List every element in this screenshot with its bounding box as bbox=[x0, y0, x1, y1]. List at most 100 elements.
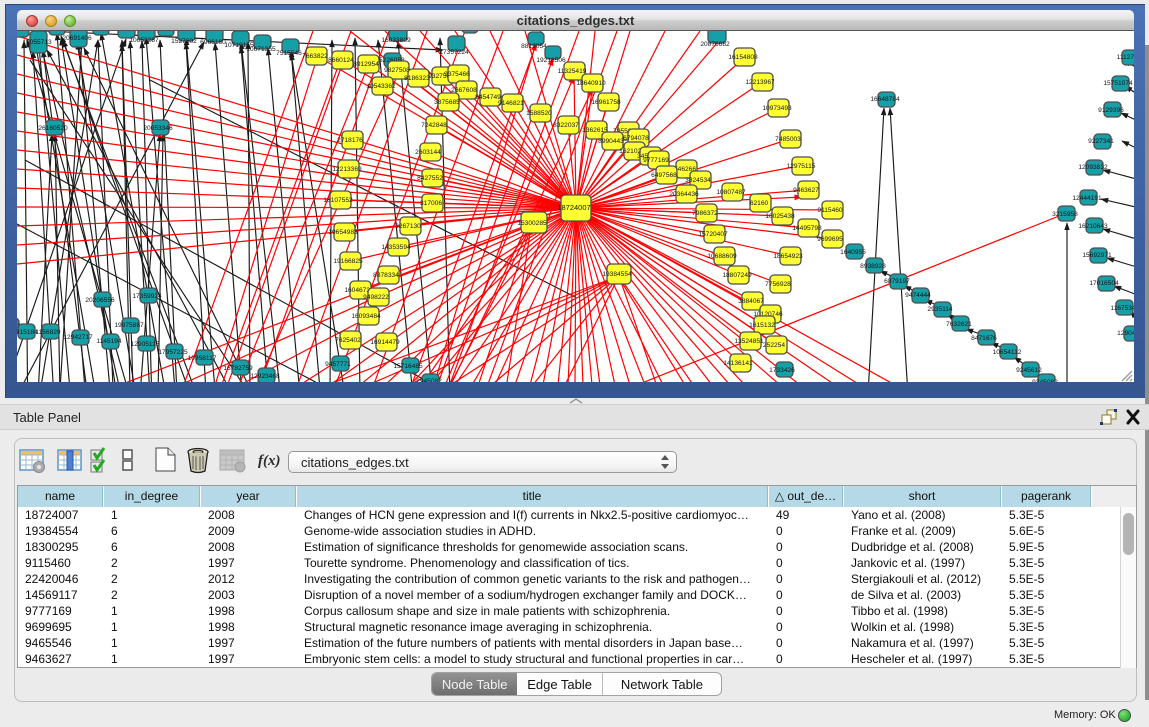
svg-text:9115460: 9115460 bbox=[817, 207, 843, 214]
svg-text:10958117: 10958117 bbox=[188, 355, 217, 362]
svg-text:3875685: 3875685 bbox=[434, 99, 460, 106]
svg-text:20053346: 20053346 bbox=[143, 125, 173, 132]
svg-text:1112748: 1112748 bbox=[1117, 54, 1134, 61]
svg-text:9699695: 9699695 bbox=[817, 236, 843, 243]
svg-text:8471676: 8471676 bbox=[971, 335, 997, 342]
svg-text:12923468: 12923468 bbox=[250, 373, 280, 380]
svg-text:20364436: 20364436 bbox=[669, 191, 699, 198]
svg-text:15751074: 15751074 bbox=[1103, 80, 1133, 87]
svg-text:12213967: 12213967 bbox=[745, 79, 775, 86]
svg-text:f(x): f(x) bbox=[258, 453, 281, 469]
svg-text:7756928: 7756928 bbox=[765, 281, 791, 288]
svg-text:17016504: 17016504 bbox=[1089, 280, 1119, 287]
svg-text:9498222: 9498222 bbox=[363, 294, 389, 301]
svg-text:7485003: 7485003 bbox=[775, 136, 801, 143]
svg-text:6794078: 6794078 bbox=[623, 135, 649, 142]
svg-text:9345082: 9345082 bbox=[1032, 379, 1058, 382]
svg-text:8660124: 8660124 bbox=[328, 57, 354, 64]
svg-text:8878334: 8878334 bbox=[373, 272, 399, 279]
svg-text:16914479: 16914479 bbox=[370, 339, 400, 346]
svg-text:16648784: 16648784 bbox=[870, 96, 900, 103]
svg-text:1588520: 1588520 bbox=[526, 110, 552, 117]
svg-text:8912954: 8912954 bbox=[353, 61, 379, 68]
svg-text:6497568: 6497568 bbox=[651, 172, 677, 179]
svg-text:19055713: 19055713 bbox=[22, 39, 52, 46]
svg-text:19166825: 19166825 bbox=[333, 258, 363, 265]
svg-text:9375466: 9375466 bbox=[444, 71, 470, 78]
svg-text:8186323: 8186323 bbox=[404, 75, 430, 82]
svg-text:10671355: 10671355 bbox=[246, 46, 276, 53]
svg-text:1167534: 1167534 bbox=[1110, 305, 1134, 312]
svg-text:8990443: 8990443 bbox=[598, 138, 624, 145]
svg-text:18640910: 18640910 bbox=[576, 80, 606, 87]
svg-text:1615132: 1615132 bbox=[749, 322, 775, 329]
svg-text:9827508: 9827508 bbox=[384, 67, 410, 74]
svg-text:3267130: 3267130 bbox=[395, 223, 421, 230]
svg-text:20876682: 20876682 bbox=[700, 41, 730, 48]
svg-text:12213369: 12213369 bbox=[332, 166, 362, 173]
svg-text:9245612: 9245612 bbox=[1016, 367, 1042, 374]
svg-text:7625402: 7625402 bbox=[335, 337, 361, 344]
svg-text:3824534: 3824534 bbox=[685, 177, 711, 184]
svg-text:1290463: 1290463 bbox=[1117, 330, 1134, 337]
svg-text:15300285: 15300285 bbox=[517, 220, 547, 227]
svg-text:8813054: 8813054 bbox=[521, 43, 547, 50]
svg-text:10973493: 10973493 bbox=[762, 105, 792, 112]
svg-text:7632621: 7632621 bbox=[946, 321, 972, 328]
svg-text:16961758: 16961758 bbox=[591, 99, 621, 106]
svg-text:17359924: 17359924 bbox=[132, 293, 162, 300]
svg-text:10543362: 10543362 bbox=[366, 83, 396, 90]
svg-text:9777169: 9777169 bbox=[643, 157, 669, 164]
svg-text:15692971: 15692971 bbox=[1082, 252, 1112, 259]
svg-text:9129396: 9129396 bbox=[1098, 107, 1124, 114]
svg-text:9474444: 9474444 bbox=[905, 292, 931, 299]
svg-text:3215958: 3215958 bbox=[1052, 211, 1078, 218]
svg-text:8938928: 8938928 bbox=[860, 263, 886, 270]
svg-text:12093832: 12093832 bbox=[1078, 164, 1108, 171]
svg-text:15716485: 15716485 bbox=[393, 363, 423, 370]
svg-text:19384554: 19384554 bbox=[602, 271, 632, 278]
svg-text:17957225: 17957225 bbox=[158, 349, 188, 356]
svg-text:9463627: 9463627 bbox=[793, 187, 819, 194]
svg-text:11325419: 11325419 bbox=[558, 68, 587, 75]
svg-text:1145194: 1145194 bbox=[96, 338, 122, 345]
svg-text:20691406: 20691406 bbox=[62, 35, 92, 42]
svg-text:7663822: 7663822 bbox=[302, 53, 328, 60]
svg-text:7986372: 7986372 bbox=[692, 210, 718, 217]
svg-text:19975887: 19975887 bbox=[114, 322, 144, 329]
svg-text:10807487: 10807487 bbox=[716, 189, 746, 196]
svg-text:252254: 252254 bbox=[763, 342, 785, 349]
svg-text:2945082: 2945082 bbox=[416, 378, 442, 382]
svg-text:12444191: 12444191 bbox=[1072, 195, 1102, 202]
svg-text:9227341: 9227341 bbox=[1088, 138, 1114, 145]
svg-text:10025438: 10025438 bbox=[765, 213, 795, 220]
svg-text:8322037: 8322037 bbox=[553, 122, 579, 129]
svg-text:10688609: 10688609 bbox=[707, 253, 737, 260]
svg-text:15720407: 15720407 bbox=[698, 231, 728, 238]
svg-text:18807249: 18807249 bbox=[722, 272, 752, 279]
svg-text:16782759: 16782759 bbox=[223, 365, 253, 372]
svg-text:9457771: 9457771 bbox=[325, 361, 351, 368]
svg-text:7515546: 7515546 bbox=[276, 50, 302, 57]
svg-text:12905115: 12905115 bbox=[131, 341, 160, 348]
svg-text:2935114: 2935114 bbox=[927, 306, 953, 313]
svg-text:12942717: 12942717 bbox=[63, 334, 93, 341]
svg-text:12975115: 12975115 bbox=[787, 163, 816, 170]
svg-text:18107552: 18107552 bbox=[323, 197, 353, 204]
svg-text:14353594: 14353594 bbox=[381, 244, 411, 251]
svg-text:19218506: 19218506 bbox=[536, 57, 566, 64]
svg-text:17357224: 17357224 bbox=[439, 49, 469, 56]
svg-text:3884067: 3884067 bbox=[738, 298, 764, 305]
svg-text:16033809: 16033809 bbox=[381, 37, 411, 44]
svg-text:13524851: 13524851 bbox=[734, 338, 764, 345]
svg-text:16210643: 16210643 bbox=[1078, 223, 1108, 230]
svg-text:8427552: 8427552 bbox=[417, 175, 443, 182]
svg-text:6879197: 6879197 bbox=[884, 278, 910, 285]
svg-text:1640955: 1640955 bbox=[840, 249, 866, 256]
svg-text:20206556: 20206556 bbox=[85, 297, 115, 304]
svg-text:14495798: 14495798 bbox=[792, 225, 822, 232]
svg-text:1156829: 1156829 bbox=[35, 329, 61, 336]
svg-text:7242848: 7242848 bbox=[421, 122, 447, 129]
svg-text:9146821: 9146821 bbox=[498, 100, 524, 107]
svg-text:16093484: 16093484 bbox=[351, 313, 381, 320]
